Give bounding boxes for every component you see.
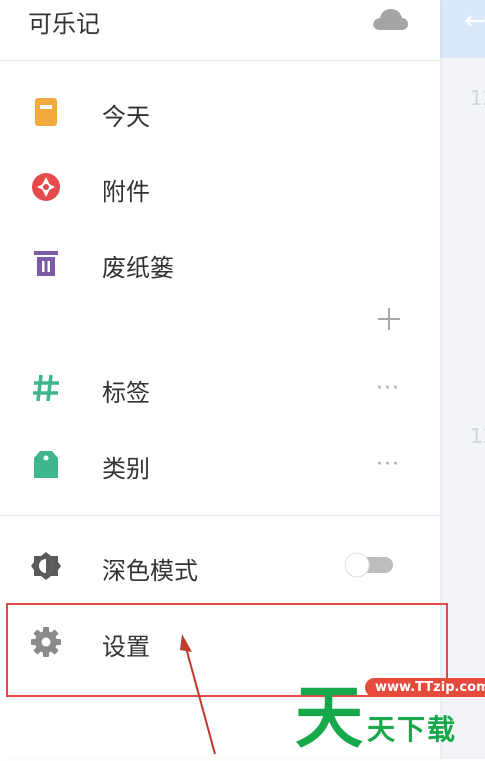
cloud-sync-icon[interactable] — [371, 6, 409, 32]
drawer-item-trash[interactable]: 废纸篓 — [0, 233, 440, 293]
back-arrow-icon[interactable]: ← — [464, 6, 485, 36]
tag-icon — [34, 451, 58, 478]
drawer-item-label: 今天 — [102, 103, 150, 131]
watermark-logo: 天 www.TTzip.com 天下载 — [295, 668, 485, 758]
watermark-text: 天下载 — [367, 713, 458, 746]
calendar-icon — [35, 98, 57, 126]
more-options-icon[interactable]: ··· — [376, 376, 400, 401]
pointer-arrow — [180, 634, 216, 755]
add-icon[interactable] — [376, 306, 402, 332]
watermark-big-char: 天 — [295, 679, 364, 758]
watermark-badge: www.TTzip.com — [365, 678, 485, 697]
drawer-item-label: 深色模式 — [102, 557, 198, 585]
peek-number: 12 — [470, 86, 485, 110]
drawer-section-categories[interactable]: 类别 ··· — [0, 434, 440, 494]
drawer-item-label: 废纸篓 — [102, 254, 174, 282]
drawer-item-attachments[interactable]: 附件 — [0, 157, 440, 217]
note-list-header: ← — [440, 0, 485, 58]
peek-number: 12 — [470, 424, 485, 448]
hashtag-icon — [33, 374, 59, 402]
drawer-item-label: 附件 — [102, 178, 150, 206]
divider — [0, 60, 440, 61]
drawer-item-label: 类别 — [102, 455, 150, 483]
brightness-icon — [31, 552, 61, 580]
drawer-item-label: 标签 — [102, 379, 150, 407]
camera-shutter-icon — [32, 173, 60, 201]
more-options-icon[interactable]: ··· — [376, 452, 400, 477]
divider — [0, 515, 440, 516]
app-title: 可乐记 — [28, 10, 100, 38]
trash-icon — [34, 251, 58, 276]
drawer-section-tags[interactable]: 标签 ··· — [0, 358, 440, 418]
drawer-item-today[interactable]: 今天 — [0, 82, 440, 142]
dark-mode-toggle[interactable] — [343, 552, 395, 578]
